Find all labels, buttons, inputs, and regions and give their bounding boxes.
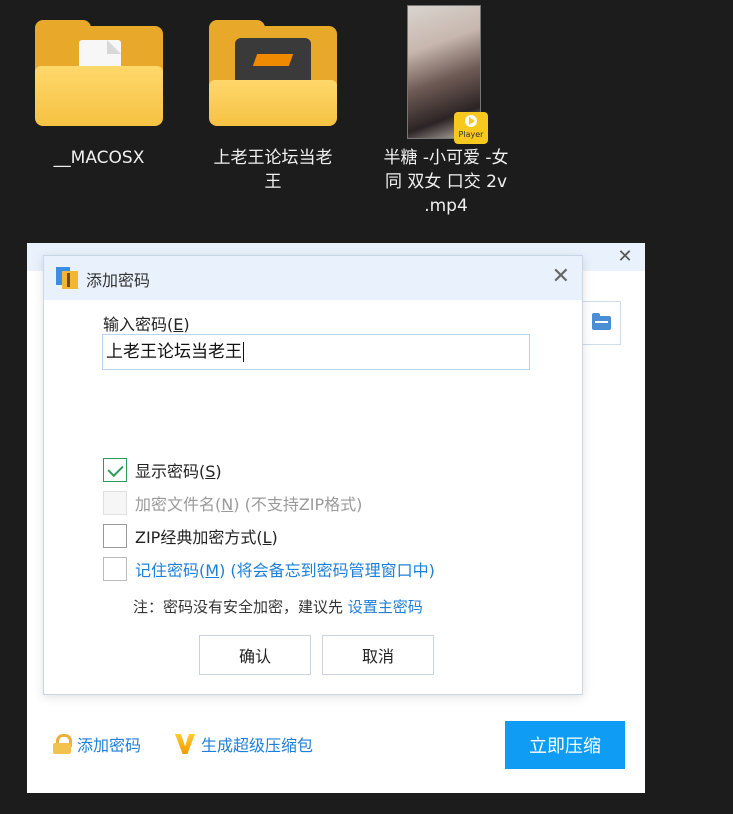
folder-icon xyxy=(209,20,337,126)
super-pack-link[interactable]: 生成超级压缩包 xyxy=(175,732,313,756)
browse-folder-button[interactable] xyxy=(581,301,621,345)
desktop-item-label: 王 xyxy=(264,172,282,192)
option-label: 加密文件名(N) (不支持ZIP格式) xyxy=(135,495,363,514)
set-master-password-link[interactable]: 设置主密码 xyxy=(348,598,423,616)
checkbox[interactable] xyxy=(103,524,127,548)
checkbox-checked[interactable] xyxy=(103,458,127,482)
show-password-checkbox[interactable]: 显示密码(S) xyxy=(103,458,222,482)
folder-icon xyxy=(592,313,611,330)
lock-icon xyxy=(53,734,72,754)
player-icon: Player xyxy=(454,112,488,144)
option-label: 显示密码(S) xyxy=(135,462,222,481)
close-icon[interactable]: ✕ xyxy=(552,265,570,289)
archive-app-icon xyxy=(56,267,80,289)
desktop-item-label: 上老王论坛当老 xyxy=(213,148,333,168)
text-caret xyxy=(243,342,244,362)
option-label: 记住密码(M) (将会备忘到密码管理窗口中) xyxy=(135,561,435,580)
desktop-item-label: __MACOSX xyxy=(53,148,145,168)
password-label: 输入密码(E) xyxy=(103,315,190,334)
add-password-label: 添加密码 xyxy=(77,736,142,755)
checkbox[interactable] xyxy=(103,557,127,581)
confirm-button[interactable]: 确认 xyxy=(199,635,311,675)
dialog-title-bar: 添加密码 ✕ xyxy=(44,256,582,300)
option-label: ZIP经典加密方式(L) xyxy=(135,528,278,547)
desktop-item-label: 半糖 -小可爱 -女 xyxy=(383,148,509,168)
close-icon[interactable]: ✕ xyxy=(617,248,633,266)
compress-now-button[interactable]: 立即压缩 xyxy=(505,721,625,769)
encrypt-filenames-checkbox: 加密文件名(N) (不支持ZIP格式) xyxy=(103,491,362,515)
password-input[interactable]: 上老王论坛当老王 xyxy=(102,334,530,370)
zip-classic-encryption-checkbox[interactable]: ZIP经典加密方式(L) xyxy=(103,524,278,548)
note-text: 注：密码没有安全加密，建议先 xyxy=(133,598,344,616)
player-badge-label: Player xyxy=(458,130,484,139)
dialog-title: 添加密码 xyxy=(86,271,151,290)
add-password-link[interactable]: 添加密码 xyxy=(53,732,141,756)
security-note: 注：密码没有安全加密，建议先 设置主密码 xyxy=(133,596,423,617)
cancel-button[interactable]: 取消 xyxy=(322,635,434,675)
super-pack-label: 生成超级压缩包 xyxy=(201,736,314,755)
v-logo-icon xyxy=(175,734,195,754)
add-password-dialog: 添加密码 ✕ 输入密码(E) 上老王论坛当老王 显示密码(S) 加密文件名(N)… xyxy=(43,255,583,695)
checkbox-disabled xyxy=(103,491,127,515)
desktop-item-label: 同 双女 口交 2v xyxy=(384,172,508,192)
desktop-item-label: .mp4 xyxy=(424,196,468,216)
folder-icon xyxy=(35,20,163,126)
remember-password-checkbox[interactable]: 记住密码(M) (将会备忘到密码管理窗口中) xyxy=(103,557,435,581)
